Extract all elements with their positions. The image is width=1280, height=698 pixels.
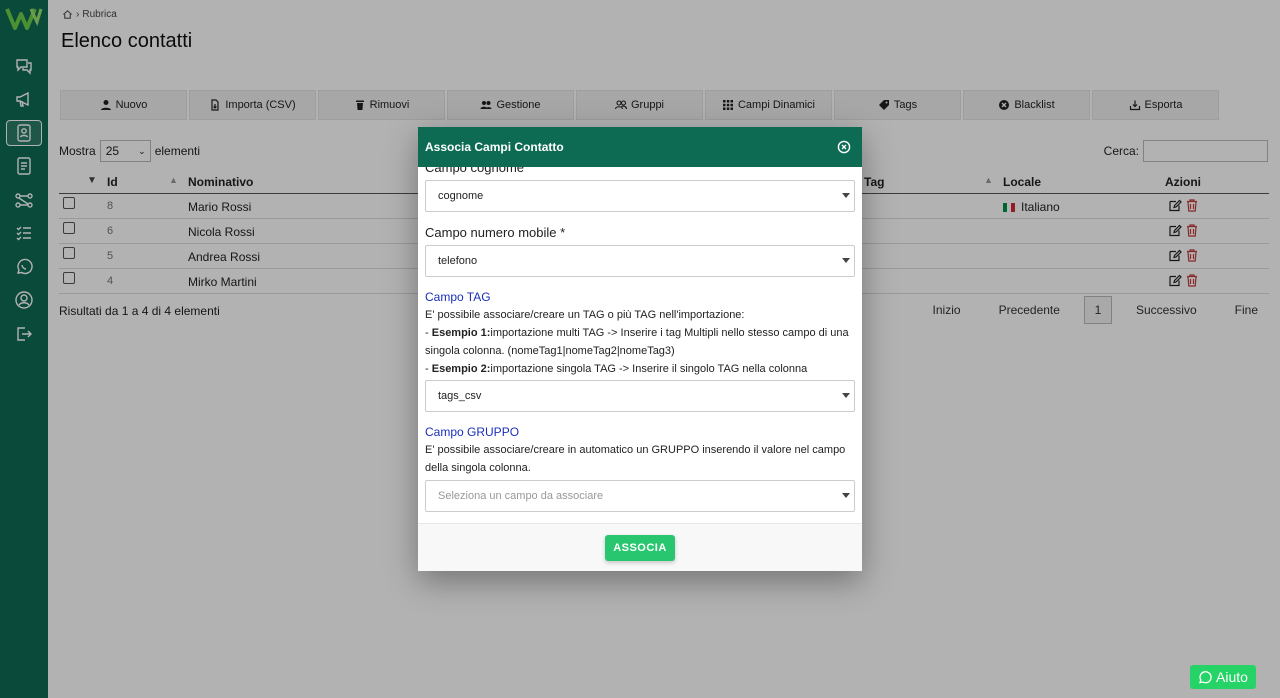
caret-down-icon	[842, 193, 850, 198]
surname-select[interactable]: cognome	[425, 180, 855, 212]
associate-fields-modal: Associa Campi Contatto Campo cognome cog…	[418, 127, 862, 571]
mobile-field-label: Campo numero mobile *	[425, 225, 566, 240]
group-help: E' possibile associare/creare in automat…	[425, 444, 846, 474]
associate-button[interactable]: ASSOCIA	[605, 535, 675, 561]
caret-down-icon	[842, 258, 850, 263]
modal-title: Associa Campi Contatto	[425, 140, 564, 154]
group-select[interactable]: Seleziona un campo da associare	[425, 480, 855, 512]
close-icon[interactable]	[837, 140, 851, 154]
mobile-select[interactable]: telefono	[425, 245, 855, 277]
help-button[interactable]: Aiuto	[1190, 665, 1256, 689]
modal-body[interactable]: Campo cognome cognome Campo numero mobil…	[418, 167, 862, 523]
surname-field-label: Campo cognome	[425, 167, 524, 175]
tag-section-title: Campo TAG	[425, 290, 491, 304]
caret-down-icon	[842, 493, 850, 498]
caret-down-icon	[842, 393, 850, 398]
tag-select[interactable]: tags_csv	[425, 380, 855, 412]
group-section-title: Campo GRUPPO	[425, 425, 520, 439]
whatsapp-icon	[1199, 671, 1212, 684]
modal-footer: ASSOCIA	[418, 523, 862, 571]
modal-header: Associa Campi Contatto	[418, 127, 862, 167]
